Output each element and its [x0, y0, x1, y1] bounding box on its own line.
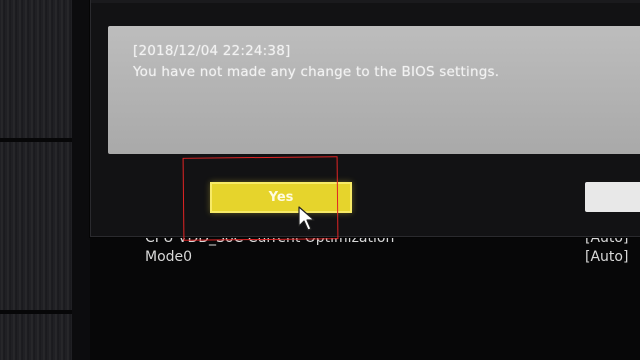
panel-divider: [72, 0, 90, 360]
message-text: You have not made any change to the BIOS…: [133, 64, 500, 80]
message-box: [2018/12/04 22:24:38] You have not made …: [108, 26, 640, 154]
setting-row[interactable]: Mode0 [Auto]: [145, 249, 640, 267]
left-nav-panel: [0, 314, 73, 360]
dialog-header: [91, 0, 640, 3]
setting-label: Mode0: [145, 249, 193, 265]
mouse-cursor-icon: [298, 206, 315, 231]
confirm-dialog: [2018/12/04 22:24:38] You have not made …: [90, 0, 640, 237]
setting-value[interactable]: [Auto]: [585, 249, 628, 265]
message-timestamp: [2018/12/04 22:24:38]: [133, 43, 291, 59]
left-nav-panel: [0, 0, 73, 138]
left-nav-panel: [0, 142, 73, 310]
no-button[interactable]: [585, 182, 640, 212]
